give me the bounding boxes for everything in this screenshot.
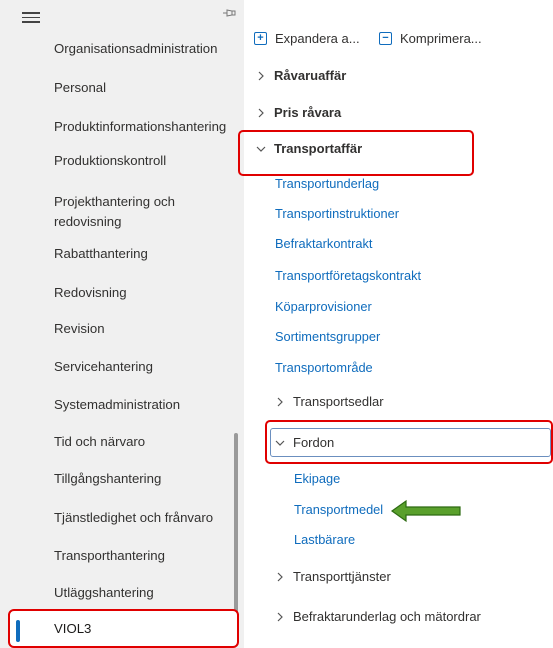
nav-item-servicehantering[interactable]: Servicehantering bbox=[54, 357, 153, 376]
group-label: Fordon bbox=[293, 435, 335, 450]
link-transportinstruktioner[interactable]: Transportinstruktioner bbox=[275, 206, 399, 221]
chevron-down-icon bbox=[275, 440, 285, 446]
nav-item-projekthantering[interactable]: Projekthantering och redovisning bbox=[54, 192, 175, 232]
group-label: Befraktarunderlag och mätordrar bbox=[293, 609, 481, 624]
nav-item-transporthantering[interactable]: Transporthantering bbox=[54, 546, 165, 565]
chevron-right-icon bbox=[258, 108, 264, 117]
active-indicator bbox=[16, 620, 20, 642]
collapse-all-icon: − bbox=[379, 31, 392, 45]
nav-item-tillgangshantering[interactable]: Tillgångshantering bbox=[54, 469, 161, 488]
group-fordon[interactable]: Fordon bbox=[275, 435, 334, 450]
nav-item-viol3[interactable]: VIOL3 bbox=[8, 609, 239, 648]
group-label: Transportaffär bbox=[274, 141, 363, 156]
nav-item-personal[interactable]: Personal bbox=[54, 78, 106, 97]
nav-item-tjanstledighet[interactable]: Tjänstledighet och frånvaro bbox=[54, 508, 213, 527]
chevron-down-icon bbox=[256, 146, 266, 152]
group-ravaruaffar[interactable]: Råvaruaffär bbox=[256, 68, 346, 83]
link-ekipage[interactable]: Ekipage bbox=[294, 471, 340, 486]
nav-item-produktinformationshantering[interactable]: Produktinformationshantering bbox=[54, 117, 226, 136]
pin-icon[interactable] bbox=[222, 6, 236, 20]
chevron-right-icon bbox=[258, 71, 264, 80]
hamburger-icon[interactable] bbox=[22, 12, 40, 26]
nav-scrollbar[interactable] bbox=[234, 433, 238, 631]
group-befraktarunderlag[interactable]: Befraktarunderlag och mätordrar bbox=[275, 609, 481, 624]
group-label: Transportsedlar bbox=[293, 394, 384, 409]
expand-all-label: Expandera a... bbox=[275, 30, 360, 46]
nav-item-viol3-label: VIOL3 bbox=[54, 621, 92, 636]
link-lastbarare[interactable]: Lastbärare bbox=[294, 532, 355, 547]
chevron-right-icon bbox=[277, 397, 283, 406]
collapse-all-button[interactable]: − Komprimera... bbox=[379, 30, 482, 46]
group-transporttjanster[interactable]: Transporttjänster bbox=[275, 569, 391, 584]
link-transportforetagskontrakt[interactable]: Transportföretagskontrakt bbox=[275, 268, 421, 283]
nav-item-revision[interactable]: Revision bbox=[54, 319, 105, 338]
group-transportaffar[interactable]: Transportaffär bbox=[256, 141, 362, 156]
group-pris-ravara[interactable]: Pris råvara bbox=[256, 105, 341, 120]
link-transportomrade[interactable]: Transportområde bbox=[275, 360, 373, 375]
link-befraktarkontrakt[interactable]: Befraktarkontrakt bbox=[275, 236, 372, 251]
link-sortimentsgrupper[interactable]: Sortimentsgrupper bbox=[275, 329, 380, 344]
group-label: Råvaruaffär bbox=[274, 68, 347, 83]
link-koparprovisioner[interactable]: Köparprovisioner bbox=[275, 299, 372, 314]
nav-item-tid-och-narvaro[interactable]: Tid och närvaro bbox=[54, 432, 145, 451]
content-pane: + Expandera a... − Komprimera... Råvarua… bbox=[238, 0, 553, 648]
collapse-all-label: Komprimera... bbox=[400, 30, 482, 46]
link-transportunderlag[interactable]: Transportunderlag bbox=[275, 176, 379, 191]
expand-all-button[interactable]: + Expandera a... bbox=[254, 30, 360, 46]
nav-item-systemadministration[interactable]: Systemadministration bbox=[54, 395, 180, 414]
nav-item-redovisning[interactable]: Redovisning bbox=[54, 283, 127, 302]
navigation-pane: Organisationsadministration Personal Pro… bbox=[0, 0, 244, 648]
chevron-right-icon bbox=[277, 572, 283, 581]
group-transportsedlar[interactable]: Transportsedlar bbox=[275, 394, 384, 409]
nav-item-organisationsadministration[interactable]: Organisationsadministration bbox=[54, 39, 217, 58]
link-transportmedel[interactable]: Transportmedel bbox=[294, 502, 383, 517]
group-label: Transporttjänster bbox=[293, 569, 391, 584]
group-label: Pris råvara bbox=[274, 105, 342, 120]
chevron-right-icon bbox=[277, 612, 283, 621]
nav-item-produktionskontroll[interactable]: Produktionskontroll bbox=[54, 151, 166, 170]
nav-item-rabatthantering[interactable]: Rabatthantering bbox=[54, 244, 148, 263]
green-arrow-icon bbox=[390, 499, 461, 523]
expand-all-icon: + bbox=[254, 31, 267, 45]
nav-item-utlaggshantering[interactable]: Utläggshantering bbox=[54, 583, 154, 602]
